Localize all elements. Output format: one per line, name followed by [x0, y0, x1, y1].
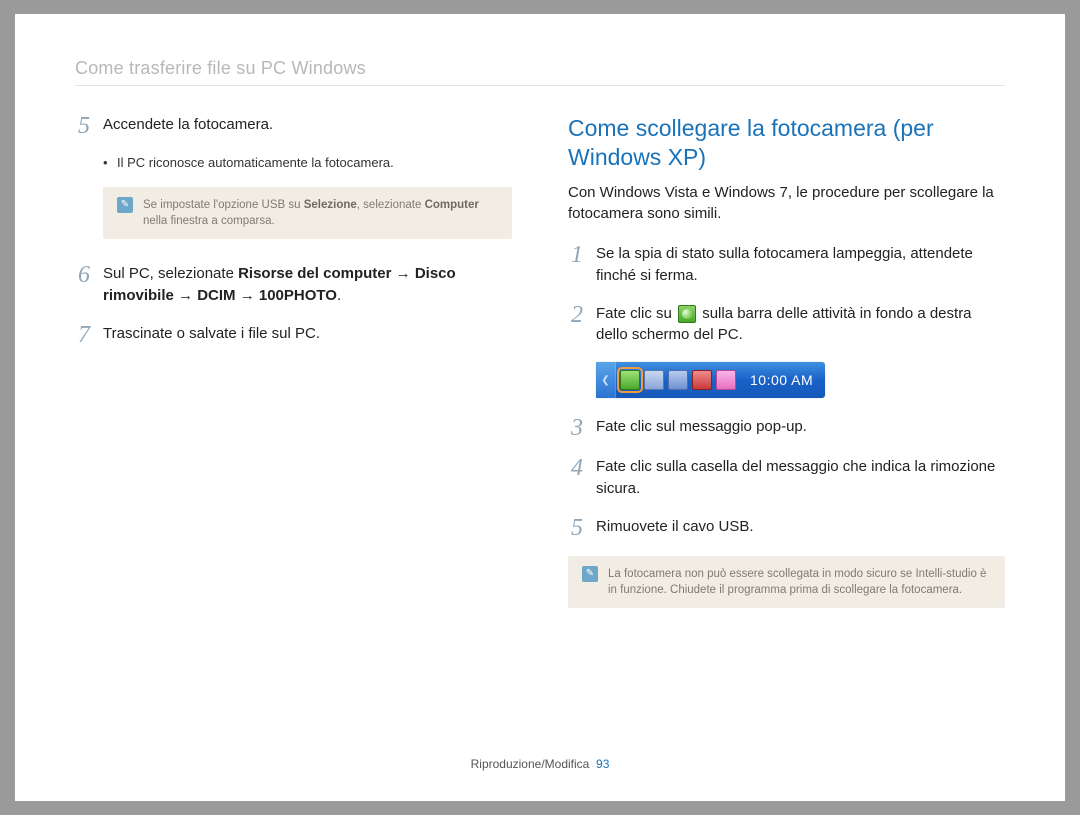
arrow-icon: →	[236, 287, 259, 304]
page-footer: Riproduzione/Modifica 93	[15, 757, 1065, 771]
right-column: Come scollegare la fotocamera (per Windo…	[568, 114, 1005, 632]
step6-d: DCIM	[197, 287, 235, 304]
step-6: 6 Sul PC, selezionate Risorse del comput…	[75, 263, 512, 307]
step-number: 3	[568, 416, 586, 440]
step6-f: .	[337, 287, 341, 304]
note-seg-b: Selezione	[304, 199, 357, 211]
note-seg-e: nella finestra a comparsa.	[143, 215, 275, 227]
note-seg-d: Computer	[425, 199, 479, 211]
page-title: Come trasferire file su PC Windows	[75, 58, 1005, 86]
windows-taskbar: ❮ 10:00 AM	[596, 362, 825, 398]
footer-label: Riproduzione/Modifica	[471, 757, 590, 771]
note-seg-c: , selezionate	[357, 199, 425, 211]
step-number: 7	[75, 323, 93, 347]
two-column-layout: 5 Accendete la fotocamera. Il PC riconos…	[75, 114, 1005, 632]
step-number: 4	[568, 456, 586, 480]
note-icon: ✎	[117, 197, 133, 213]
step-number: 2	[568, 303, 586, 327]
note-text: La fotocamera non può essere scollegata …	[608, 566, 991, 598]
step-text: Fate clic su sulla barra delle attività …	[596, 303, 1005, 347]
step-number: 6	[75, 263, 93, 287]
note-text: Se impostate l'opzione USB su Selezione,…	[143, 197, 498, 229]
section-intro: Con Windows Vista e Windows 7, le proced…	[568, 182, 1005, 226]
step-number: 5	[568, 516, 586, 540]
note-icon: ✎	[582, 566, 598, 582]
step-5: 5 Accendete la fotocamera.	[75, 114, 512, 138]
step-4: 4 Fate clic sulla casella del messaggio …	[568, 456, 1005, 500]
step-text: Fate clic sulla casella del messaggio ch…	[596, 456, 1005, 500]
step-5-bullet: Il PC riconosce automaticamente la fotoc…	[103, 154, 512, 173]
step-text: Se la spia di stato sulla fotocamera lam…	[596, 243, 1005, 287]
tray-expand-chevron-icon: ❮	[596, 362, 616, 398]
step6-b: Risorse del computer	[238, 265, 391, 282]
note-seg-a: Se impostate l'opzione USB su	[143, 199, 304, 211]
step-text: Trascinate o salvate i file sul PC.	[103, 323, 512, 345]
arrow-icon: →	[174, 287, 197, 304]
step-2: 2 Fate clic su sulla barra delle attivit…	[568, 303, 1005, 347]
step-number: 1	[568, 243, 586, 267]
taskbar-clock: 10:00 AM	[750, 372, 813, 388]
step-5-right: 5 Rimuovete il cavo USB.	[568, 516, 1005, 540]
safely-remove-hardware-tray-icon	[620, 370, 640, 390]
step-text: Rimuovete il cavo USB.	[596, 516, 1005, 538]
step-7: 7 Trascinate o salvate i file sul PC.	[75, 323, 512, 347]
left-column: 5 Accendete la fotocamera. Il PC riconos…	[75, 114, 512, 632]
step-text: Fate clic sul messaggio pop-up.	[596, 416, 1005, 438]
step-1: 1 Se la spia di stato sulla fotocamera l…	[568, 243, 1005, 287]
note-box-usb-selection: ✎ Se impostate l'opzione USB su Selezion…	[103, 187, 512, 239]
step2-pre: Fate clic su	[596, 305, 676, 322]
page-number: 93	[596, 757, 609, 771]
section-title: Come scollegare la fotocamera (per Windo…	[568, 114, 1005, 172]
step6-e: 100PHOTO	[259, 287, 337, 304]
tray-icon	[692, 370, 712, 390]
tray-icon	[644, 370, 664, 390]
tray-icon	[716, 370, 736, 390]
safely-remove-hardware-icon	[678, 305, 696, 323]
step-text: Accendete la fotocamera.	[103, 114, 512, 136]
note-box-intelli-studio: ✎ La fotocamera non può essere scollegat…	[568, 556, 1005, 608]
step-text: Sul PC, selezionate Risorse del computer…	[103, 263, 512, 307]
taskbar-screenshot: ❮ 10:00 AM	[596, 362, 1005, 398]
step6-a: Sul PC, selezionate	[103, 265, 238, 282]
step-3: 3 Fate clic sul messaggio pop-up.	[568, 416, 1005, 440]
tray-icon	[668, 370, 688, 390]
arrow-icon: →	[391, 265, 414, 282]
manual-page: Come trasferire file su PC Windows 5 Acc…	[15, 14, 1065, 801]
step-number: 5	[75, 114, 93, 138]
